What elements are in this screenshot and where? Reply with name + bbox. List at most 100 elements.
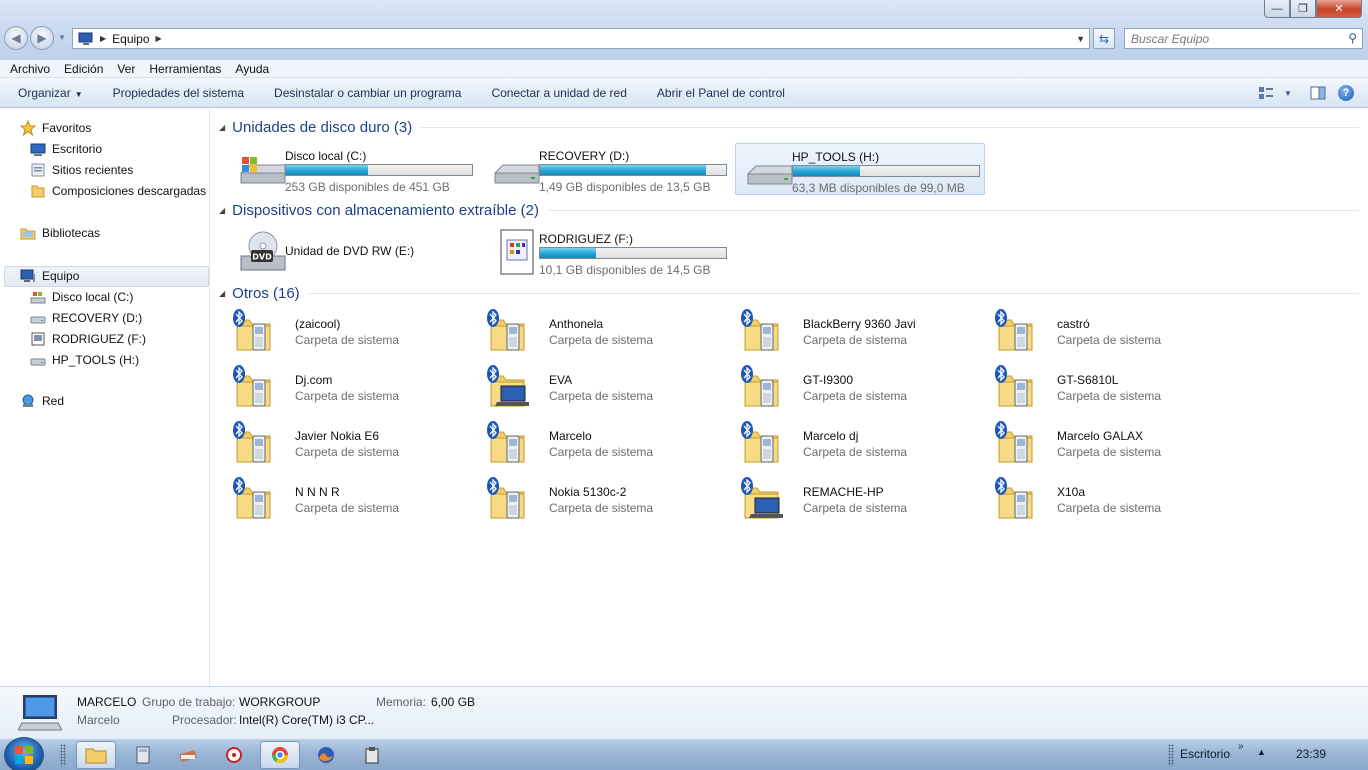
drive-name: RECOVERY (D:)	[539, 149, 630, 163]
collapse-icon[interactable]: ◢	[219, 289, 225, 298]
change-view-button[interactable]	[1252, 82, 1280, 104]
breadcrumb-separator[interactable]: ▶	[156, 34, 162, 43]
dvd-drive-item[interactable]: DVD Unidad de DVD RW (E:)	[229, 226, 479, 278]
collapse-icon[interactable]: ◢	[219, 206, 225, 215]
nav-sitios-recientes[interactable]: Sitios recientes	[30, 160, 133, 180]
group-title: Unidades de disco duro (3)	[232, 119, 413, 136]
menu-herramientas[interactable]: Herramientas	[142, 62, 228, 76]
group-header-hard-drives[interactable]: ◢ Unidades de disco duro (3)	[219, 119, 1359, 136]
nav-equipo[interactable]: Equipo	[20, 266, 79, 286]
system-folder-item[interactable]: N N N R Carpeta de sistema	[223, 473, 473, 527]
clock[interactable]: 23:39	[1296, 747, 1326, 761]
nav-disco-local-c[interactable]: Disco local (C:)	[30, 287, 133, 307]
drive-item-selected[interactable]: HP_TOOLS (H:) 63,3 MB disponibles de 99,…	[735, 143, 985, 195]
nav-composiciones-descargadas[interactable]: Composiciones descargadas	[30, 181, 206, 201]
address-bar[interactable]: ▶ Equipo ▶ ▼	[72, 28, 1090, 49]
item-type: Carpeta de sistema	[1057, 501, 1162, 515]
system-folder-item[interactable]: X10a Carpeta de sistema	[985, 473, 1235, 527]
maximize-button[interactable]: ❐	[1290, 0, 1316, 18]
show-hidden-icons-button[interactable]: ▲	[1257, 747, 1266, 757]
system-properties-button[interactable]: Propiedades del sistema	[103, 86, 254, 100]
menu-ayuda[interactable]: Ayuda	[228, 62, 276, 76]
drive-item[interactable]: RECOVERY (D:) 1,49 GB disponibles de 13,…	[483, 143, 733, 195]
computer-icon	[78, 32, 93, 45]
search-icon[interactable]: ⚲	[1348, 31, 1357, 45]
system-folder-item[interactable]: Nokia 5130c-2 Carpeta de sistema	[477, 473, 727, 527]
details-pane: MARCELO Grupo de trabajo: WORKGROUP Memo…	[0, 686, 1368, 738]
taskbar-calculator[interactable]	[123, 741, 163, 769]
group-header-removable[interactable]: ◢ Dispositivos con almacenamiento extraí…	[219, 202, 1359, 219]
system-folder-item[interactable]: Marcelo Carpeta de sistema	[477, 417, 727, 471]
system-folder-item[interactable]: GT-S6810L Carpeta de sistema	[985, 361, 1235, 415]
item-name: X10a	[1057, 485, 1086, 499]
taskbar-grip[interactable]	[1168, 744, 1174, 766]
system-folder-item[interactable]: Dj.com Carpeta de sistema	[223, 361, 473, 415]
preview-pane-button[interactable]	[1304, 82, 1332, 104]
search-box[interactable]: ⚲	[1124, 28, 1363, 49]
collapse-icon[interactable]: ◢	[219, 123, 225, 132]
taskbar-explorer[interactable]	[76, 741, 116, 769]
system-folder-item[interactable]: (zaicool) Carpeta de sistema	[223, 305, 473, 359]
organize-button[interactable]: Organizar ▼	[8, 86, 93, 100]
menu-archivo[interactable]: Archivo	[3, 62, 57, 76]
memory-label: Memoria:	[376, 695, 427, 709]
minimize-button[interactable]: —	[1264, 0, 1290, 18]
nav-favoritos[interactable]: Favoritos	[20, 118, 91, 138]
drive-item[interactable]: RODRIGUEZ (F:) 10,1 GB disponibles de 14…	[483, 226, 733, 278]
system-folder-item[interactable]: Marcelo dj Carpeta de sistema	[731, 417, 981, 471]
system-folder-item[interactable]: REMACHE-HP Carpeta de sistema	[731, 473, 981, 527]
system-folder-item[interactable]: BlackBerry 9360 Javi Carpeta de sistema	[731, 305, 981, 359]
start-button[interactable]	[4, 737, 44, 770]
taskbar-app-clipboard[interactable]	[352, 741, 392, 769]
nav-rodriguez-f[interactable]: RODRIGUEZ (F:)	[30, 329, 146, 349]
view-options-dropdown[interactable]: ▼	[1280, 82, 1296, 104]
back-button[interactable]: ◀	[4, 26, 28, 50]
taskbar-grip[interactable]	[60, 744, 66, 766]
map-network-drive-button[interactable]: Conectar a unidad de red	[481, 86, 636, 100]
hard-drive-icon	[30, 358, 46, 366]
taskbar-firefox[interactable]	[306, 741, 346, 769]
taskbar-chrome[interactable]	[260, 741, 300, 769]
drive-item[interactable]: Disco local (C:) 253 GB disponibles de 4…	[229, 143, 479, 195]
system-folder-item[interactable]: castró Carpeta de sistema	[985, 305, 1235, 359]
workgroup-label: Grupo de trabajo:	[142, 695, 236, 709]
computer-name: MARCELO	[77, 695, 137, 709]
item-name: N N N R	[295, 485, 340, 499]
system-folder-item[interactable]: Javier Nokia E6 Carpeta de sistema	[223, 417, 473, 471]
taskbar-app-media[interactable]	[214, 741, 254, 769]
address-dropdown[interactable]: ▼	[1076, 34, 1085, 44]
open-control-panel-button[interactable]: Abrir el Panel de control	[647, 86, 795, 100]
nav-red[interactable]: Red	[20, 391, 64, 411]
search-input[interactable]	[1125, 29, 1335, 48]
breadcrumb-separator[interactable]: ▶	[100, 34, 106, 43]
item-name: castró	[1057, 317, 1090, 331]
taskbar-app-books[interactable]	[168, 741, 208, 769]
nav-bibliotecas[interactable]: Bibliotecas	[20, 223, 100, 243]
group-divider	[307, 293, 1359, 294]
help-button[interactable]: ?	[1332, 82, 1360, 104]
group-header-others[interactable]: ◢ Otros (16)	[219, 285, 1359, 302]
nav-hp-tools-h[interactable]: HP_TOOLS (H:)	[30, 350, 139, 370]
nav-escritorio[interactable]: Escritorio	[30, 139, 102, 159]
system-folder-item[interactable]: EVA Carpeta de sistema	[477, 361, 727, 415]
bluetooth-phone-icon	[995, 365, 1033, 407]
system-folder-item[interactable]: Marcelo GALAX Carpeta de sistema	[985, 417, 1235, 471]
item-type: Carpeta de sistema	[1057, 389, 1162, 403]
nav-recovery-d[interactable]: RECOVERY (D:)	[30, 308, 142, 328]
uninstall-program-button[interactable]: Desinstalar o cambiar un programa	[264, 86, 471, 100]
refresh-button[interactable]: ⇆	[1093, 28, 1115, 49]
item-name: GT-S6810L	[1057, 373, 1119, 387]
system-folder-item[interactable]: Anthonela Carpeta de sistema	[477, 305, 727, 359]
menu-edicion[interactable]: Edición	[57, 62, 110, 76]
close-button[interactable]: ✕	[1316, 0, 1362, 18]
toolbar-expand-icon[interactable]: »	[1238, 741, 1244, 752]
desktop-toolbar-label[interactable]: Escritorio	[1180, 747, 1230, 761]
recent-pages-dropdown[interactable]: ▼	[58, 33, 66, 42]
breadcrumb-equipo[interactable]: Equipo	[112, 32, 149, 46]
content-pane: ◢ Unidades de disco duro (3) Disco local…	[211, 109, 1368, 686]
removable-drive-icon	[31, 332, 45, 346]
removable-drive-icon	[500, 229, 534, 275]
menu-ver[interactable]: Ver	[110, 62, 142, 76]
system-folder-item[interactable]: GT-I9300 Carpeta de sistema	[731, 361, 981, 415]
forward-button[interactable]: ▶	[30, 26, 54, 50]
